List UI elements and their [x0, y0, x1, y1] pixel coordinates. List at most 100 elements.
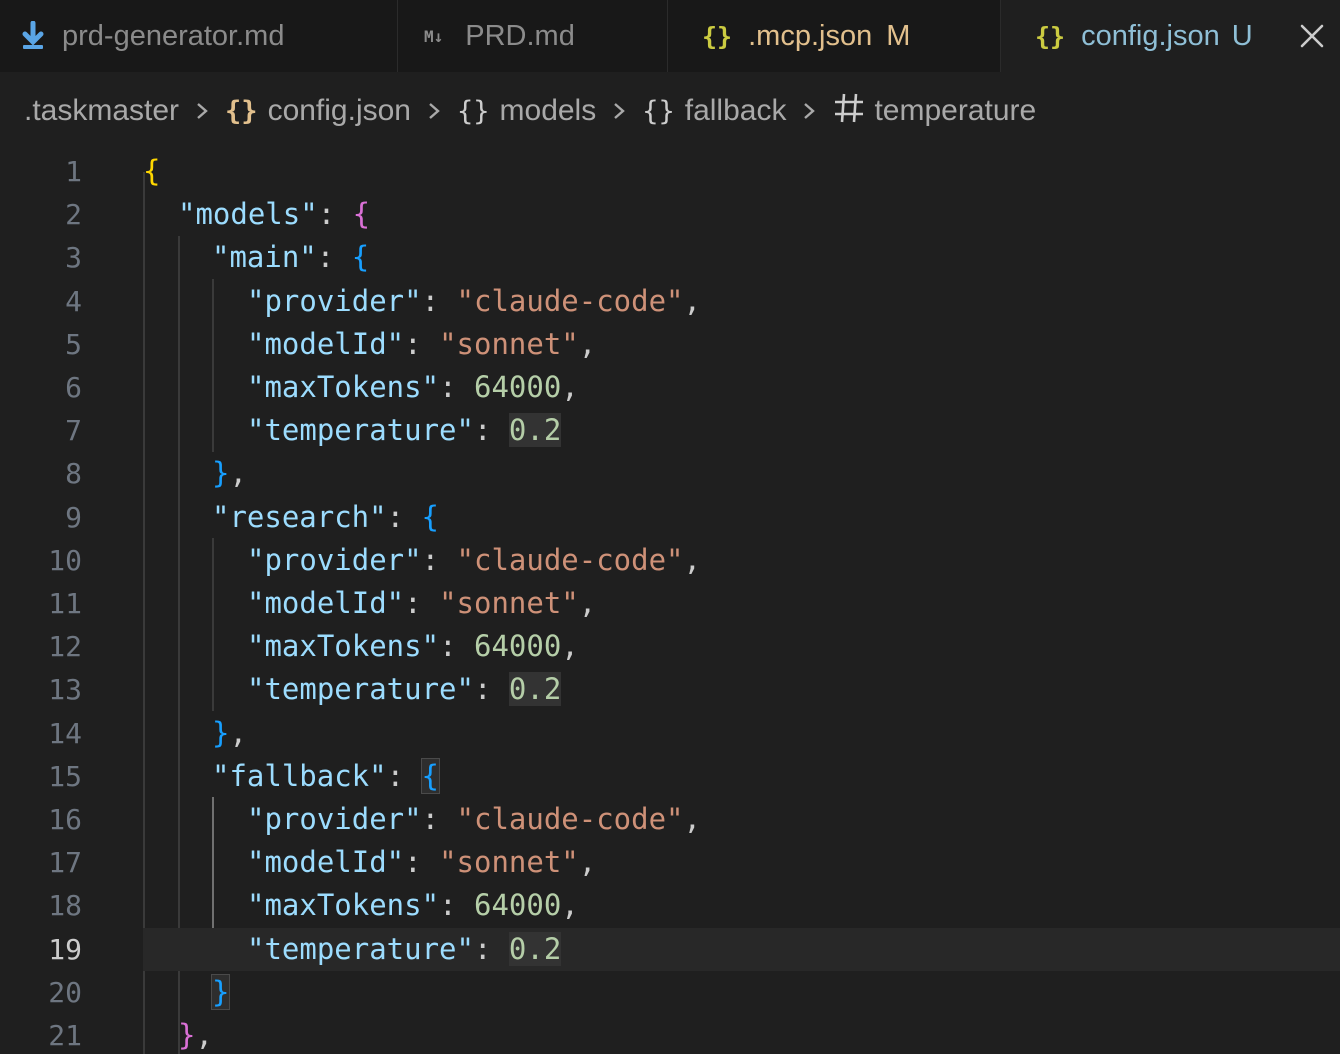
json-string: "claude-code" — [456, 542, 684, 577]
json-string: "sonnet" — [439, 586, 579, 620]
close-tab-button[interactable] — [1290, 14, 1334, 58]
json-string: "claude-code" — [456, 802, 684, 836]
code-line: 10 "provider": "claude-code", — [0, 539, 1340, 582]
breadcrumb-folder[interactable]: .taskmaster — [24, 94, 179, 128]
json-key: "main" — [212, 240, 317, 275]
line-number: 21 — [48, 1019, 82, 1052]
line-number: 1 — [65, 155, 82, 188]
object-icon: {} — [642, 95, 675, 127]
line-number: 20 — [48, 975, 82, 1009]
line-number: 10 — [48, 543, 82, 577]
markdown-icon: M↓ — [424, 26, 444, 46]
line-number: 16 — [48, 803, 82, 836]
json-key: "fallback" — [212, 758, 387, 793]
breadcrumb-models[interactable]: {} models — [457, 94, 596, 128]
json-key: "provider" — [247, 283, 422, 318]
line-number: 6 — [65, 371, 82, 404]
line-number: 7 — [65, 414, 82, 448]
code-line: 12 "maxTokens": 64000, — [0, 625, 1340, 668]
json-key: "temperature" — [247, 413, 474, 448]
json-key: "modelId" — [247, 845, 405, 880]
line-number: 18 — [48, 889, 82, 923]
json-key: "temperature" — [247, 931, 474, 966]
line-number: 12 — [48, 630, 82, 664]
tab-label: .mcp.json — [748, 19, 873, 52]
code-line: 20 } — [0, 971, 1340, 1014]
code-line: 4 "provider": "claude-code", — [0, 280, 1340, 323]
code-line: 7 "temperature": 0.2 — [0, 409, 1340, 452]
json-number: 0.2 — [508, 931, 562, 966]
json-braces-icon: {} — [1035, 22, 1066, 51]
code-line: 17 "modelId": "sonnet", — [0, 841, 1340, 884]
tab-label: PRD.md — [465, 19, 575, 52]
code-line: 6 "maxTokens": 64000, — [0, 366, 1340, 409]
json-key: "provider" — [247, 542, 422, 577]
breadcrumb-temperature[interactable]: temperature — [832, 91, 1036, 132]
code-line: 21 }, — [0, 1014, 1340, 1054]
code-line: 14 }, — [0, 712, 1340, 755]
json-string: "sonnet" — [439, 326, 579, 361]
code-line-current: 19 "temperature": 0.2 — [0, 927, 1340, 971]
json-braces-icon: {} — [225, 95, 258, 127]
chevron-right-icon — [794, 96, 824, 126]
code-line: 15 "fallback": { — [0, 755, 1340, 798]
json-key: "provider" — [247, 802, 422, 836]
tab-prd[interactable]: M↓ PRD.md — [398, 0, 668, 72]
line-number: 5 — [65, 327, 82, 361]
breadcrumb-file[interactable]: {} config.json — [225, 94, 411, 128]
json-braces-icon: {} — [702, 21, 733, 51]
tab-prd-generator[interactable]: prd-generator.md — [0, 0, 398, 72]
tab-mcp-json[interactable]: {} .mcp.json M — [668, 0, 1001, 72]
tab-bar: prd-generator.md M↓ PRD.md {} .mcp.json … — [0, 0, 1340, 73]
json-key: "maxTokens" — [247, 888, 440, 923]
json-number: 64000 — [473, 888, 562, 923]
json-key: "models" — [178, 197, 318, 232]
json-number: 64000 — [473, 629, 562, 664]
json-key: "maxTokens" — [247, 629, 440, 664]
brace: { — [143, 154, 161, 188]
breadcrumb-file-label: config.json — [267, 94, 411, 127]
line-number: 11 — [48, 587, 82, 620]
chevron-right-icon — [419, 96, 449, 126]
line-number: 14 — [48, 716, 82, 750]
line-number: 9 — [65, 500, 82, 534]
json-key: "temperature" — [247, 672, 474, 707]
breadcrumb-fallback[interactable]: {} fallback — [642, 94, 786, 128]
line-number: 19 — [48, 932, 82, 966]
chevron-right-icon — [604, 96, 634, 126]
code-line: 5 "modelId": "sonnet", — [0, 323, 1340, 366]
modified-badge: M — [886, 19, 911, 52]
line-number: 3 — [65, 241, 82, 275]
number-property-icon — [832, 91, 866, 132]
line-number: 15 — [48, 759, 82, 793]
json-key: "modelId" — [247, 326, 405, 361]
code-editor[interactable]: 1 { 2 "models": { 3 "main": { 4 "provide… — [0, 150, 1340, 1054]
breadcrumb-models-label: models — [499, 94, 597, 127]
code-line: 9 "research": { — [0, 496, 1340, 539]
untracked-badge: U — [1231, 20, 1253, 52]
line-number: 8 — [65, 457, 82, 491]
object-icon: {} — [457, 95, 490, 127]
tab-label: prd-generator.md — [62, 19, 285, 52]
json-number: 0.2 — [508, 672, 562, 707]
chevron-right-icon — [187, 96, 217, 126]
code-line: 1 { — [0, 150, 1340, 193]
close-icon — [1300, 24, 1324, 48]
code-line: 13 "temperature": 0.2 — [0, 668, 1340, 711]
line-number: 13 — [48, 673, 82, 707]
json-key: "research" — [212, 499, 387, 534]
json-string: "sonnet" — [439, 845, 579, 880]
line-number: 2 — [65, 198, 82, 232]
code-line: 18 "maxTokens": 64000, — [0, 884, 1340, 927]
breadcrumb: .taskmaster {} config.json {} models {} … — [0, 73, 1340, 149]
vscode-window: prd-generator.md M↓ PRD.md {} .mcp.json … — [0, 0, 1340, 1054]
code-line: 8 }, — [0, 452, 1340, 495]
code-line: 16 "provider": "claude-code", — [0, 798, 1340, 841]
json-key: "maxTokens" — [247, 370, 440, 404]
breadcrumb-temperature-label: temperature — [874, 94, 1037, 127]
line-number: 17 — [48, 846, 82, 880]
code-line: 3 "main": { — [0, 236, 1340, 279]
tab-label: config.json — [1081, 20, 1220, 52]
code-line: 2 "models": { — [0, 193, 1340, 236]
download-icon — [18, 21, 48, 51]
